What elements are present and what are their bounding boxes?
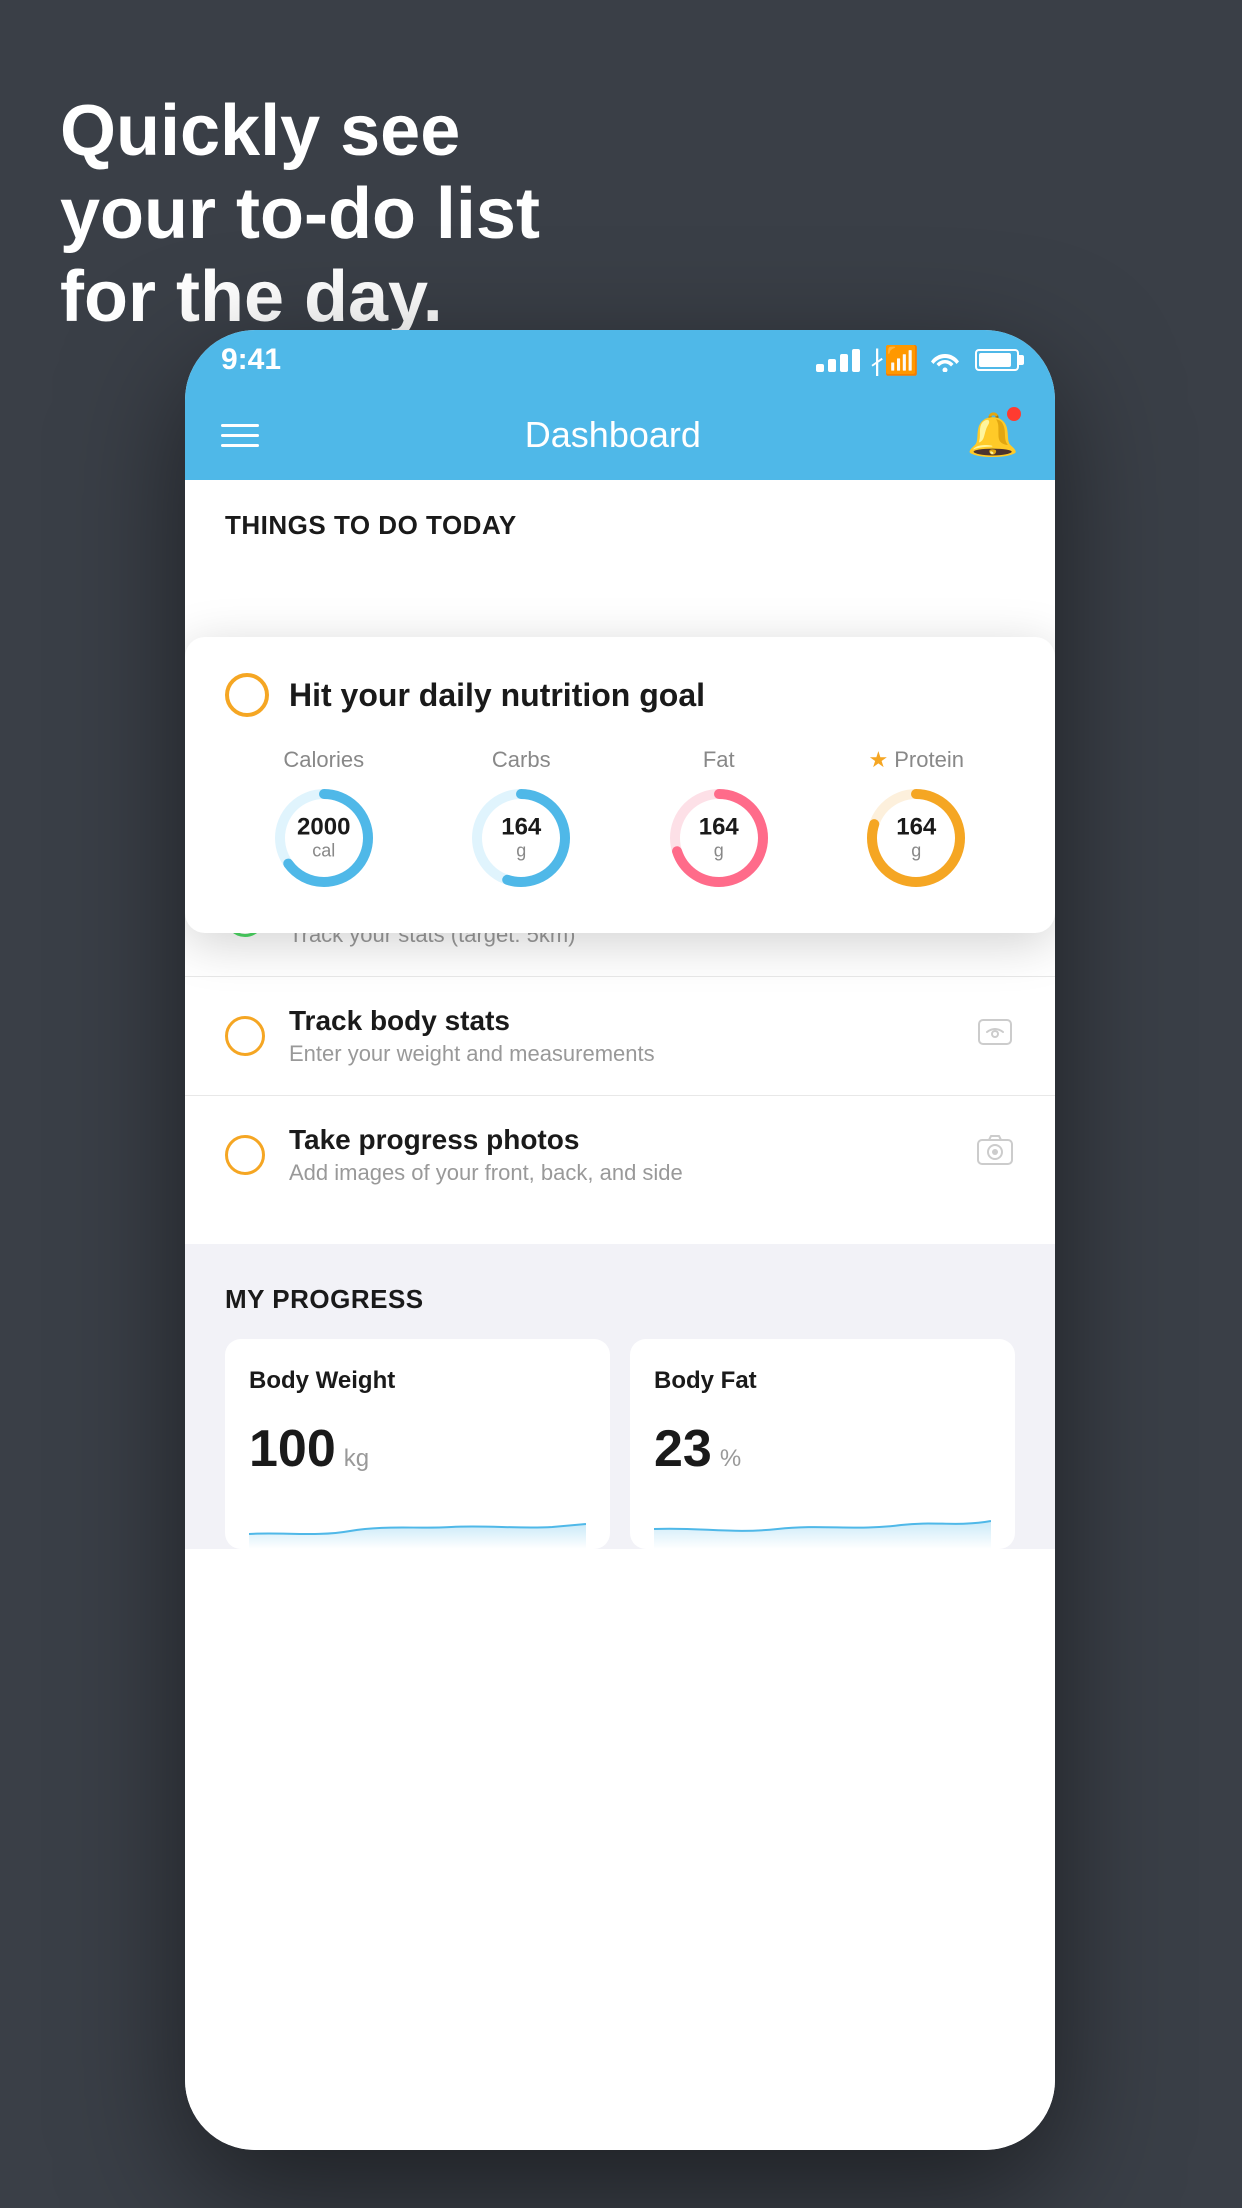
scale-icon xyxy=(975,1014,1015,1058)
stat-protein-label: ★ Protein xyxy=(869,747,964,773)
nav-title: Dashboard xyxy=(525,414,701,456)
hero-headline: Quickly see your to-do list for the day. xyxy=(60,90,540,338)
notification-badge xyxy=(1007,407,1021,421)
body-weight-title: Body Weight xyxy=(249,1367,586,1395)
nutrition-check-circle xyxy=(225,673,269,717)
signal-icon xyxy=(816,349,860,372)
stat-calories: Calories 2000 cal xyxy=(269,747,379,893)
status-bar: 9:41 ∤📶 xyxy=(185,330,1055,390)
stat-calories-label: Calories xyxy=(283,747,364,773)
stat-carbs-label: Carbs xyxy=(492,747,551,773)
scroll-content: THINGS TO DO TODAY Hit your daily nutrit… xyxy=(185,480,1055,2150)
body-fat-chart xyxy=(654,1499,991,1549)
battery-icon xyxy=(975,349,1019,371)
nutrition-card-title: Hit your daily nutrition goal xyxy=(289,677,705,714)
things-section-header: THINGS TO DO TODAY xyxy=(185,480,1055,557)
body-fat-title: Body Fat xyxy=(654,1367,991,1395)
status-icons: ∤📶 xyxy=(816,344,1019,377)
todo-label-body-stats: Track body stats xyxy=(289,1005,951,1037)
todo-label-photos: Take progress photos xyxy=(289,1124,951,1156)
fat-donut: 164 g xyxy=(664,783,774,893)
carbs-value: 164 xyxy=(501,814,541,840)
status-time: 9:41 xyxy=(221,343,281,377)
nutrition-card-header: Hit your daily nutrition goal xyxy=(225,673,1015,717)
progress-title: MY PROGRESS xyxy=(225,1284,1015,1315)
photo-icon xyxy=(975,1133,1015,1177)
stat-carbs: Carbs 164 g xyxy=(466,747,576,893)
notification-button[interactable]: 🔔 xyxy=(967,411,1019,460)
protein-donut: 164 g xyxy=(861,783,971,893)
carbs-unit: g xyxy=(501,841,541,862)
body-fat-card: Body Fat 23 % xyxy=(630,1339,1015,1549)
body-weight-value-row: 100 kg xyxy=(249,1419,586,1479)
hamburger-line xyxy=(221,444,259,447)
body-fat-value: 23 xyxy=(654,1419,712,1479)
fat-unit: g xyxy=(699,841,739,862)
body-weight-card: Body Weight 100 kg xyxy=(225,1339,610,1549)
body-weight-chart xyxy=(249,1499,586,1549)
nav-bar: Dashboard 🔔 xyxy=(185,390,1055,480)
protein-value: 164 xyxy=(896,814,936,840)
star-icon: ★ xyxy=(869,747,889,773)
hamburger-line xyxy=(221,424,259,427)
todo-sub-photos: Add images of your front, back, and side xyxy=(289,1160,951,1186)
body-fat-value-row: 23 % xyxy=(654,1419,991,1479)
todo-sub-body-stats: Enter your weight and measurements xyxy=(289,1041,951,1067)
wifi-icon xyxy=(929,348,961,372)
stat-fat-label: Fat xyxy=(703,747,735,773)
body-fat-unit: % xyxy=(720,1445,741,1473)
fat-value: 164 xyxy=(699,814,739,840)
carbs-donut: 164 g xyxy=(466,783,576,893)
progress-cards: Body Weight 100 kg xyxy=(225,1339,1015,1549)
todo-circle-photos xyxy=(225,1135,265,1175)
things-title: THINGS TO DO TODAY xyxy=(225,510,517,540)
stat-protein: ★ Protein 164 g xyxy=(861,747,971,893)
body-weight-value: 100 xyxy=(249,1419,336,1479)
nutrition-card: Hit your daily nutrition goal Calories xyxy=(185,637,1055,933)
wifi-icon: ∤📶 xyxy=(870,344,919,377)
body-weight-unit: kg xyxy=(344,1445,369,1473)
phone-frame: 9:41 ∤📶 Dashboard xyxy=(185,330,1055,2150)
todo-item-body-stats[interactable]: Track body stats Enter your weight and m… xyxy=(185,976,1055,1095)
todo-item-photos[interactable]: Take progress photos Add images of your … xyxy=(185,1095,1055,1214)
calories-donut: 2000 cal xyxy=(269,783,379,893)
nutrition-stats: Calories 2000 cal xyxy=(225,747,1015,893)
calories-unit: cal xyxy=(297,841,350,862)
protein-unit: g xyxy=(896,841,936,862)
todo-text-body-stats: Track body stats Enter your weight and m… xyxy=(289,1005,951,1067)
hamburger-line xyxy=(221,434,259,437)
calories-value: 2000 xyxy=(297,814,350,840)
menu-button[interactable] xyxy=(221,424,259,447)
stat-fat: Fat 164 g xyxy=(664,747,774,893)
todo-text-photos: Take progress photos Add images of your … xyxy=(289,1124,951,1186)
progress-section: MY PROGRESS Body Weight 100 kg xyxy=(185,1244,1055,1549)
todo-circle-body-stats xyxy=(225,1016,265,1056)
